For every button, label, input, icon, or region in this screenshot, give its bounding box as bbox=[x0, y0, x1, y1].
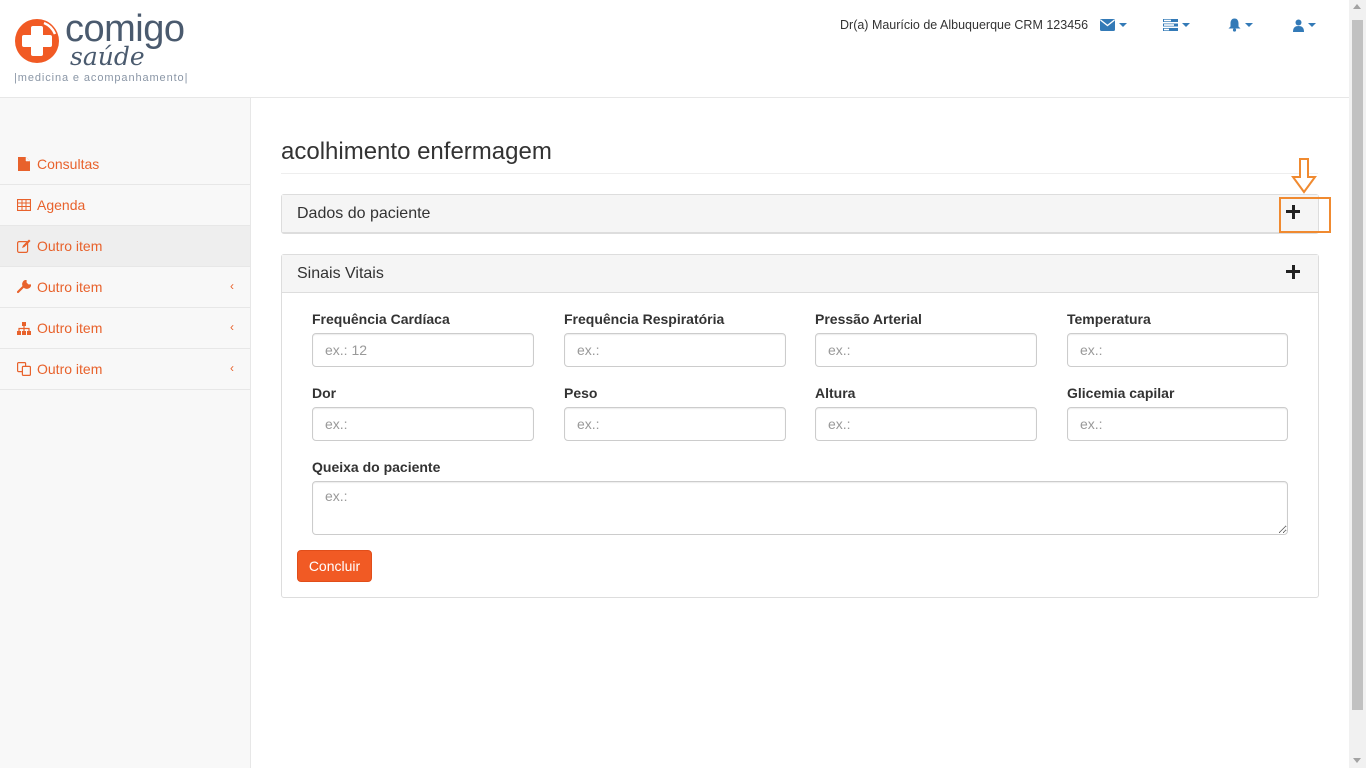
expand-plus-icon[interactable] bbox=[1286, 265, 1300, 279]
sidebar-item-label: Agenda bbox=[37, 197, 86, 213]
logo-subword: saúde bbox=[70, 42, 145, 71]
medical-cross-logo-icon bbox=[15, 19, 59, 63]
temperature-label: Temperatura bbox=[1067, 311, 1151, 327]
concluir-button[interactable]: Concluir bbox=[297, 550, 372, 582]
tasks-icon bbox=[1163, 19, 1178, 31]
heart-rate-input[interactable] bbox=[312, 333, 534, 367]
height-input[interactable] bbox=[815, 407, 1037, 441]
top-navbar: comigo saúde |medicina e acompanhamento|… bbox=[0, 0, 1349, 98]
weight-input[interactable] bbox=[564, 407, 786, 441]
sidebar-item-outro-1[interactable]: Outro item bbox=[0, 226, 250, 267]
panel-title: Sinais Vitais bbox=[297, 264, 384, 282]
scrollbar-thumb[interactable] bbox=[1352, 20, 1363, 710]
caret-down-icon bbox=[1119, 23, 1127, 27]
caret-down-icon bbox=[1245, 23, 1253, 27]
edit-icon bbox=[17, 239, 31, 253]
blood-pressure-label: Pressão Arterial bbox=[815, 311, 922, 327]
chevron-left-icon: ‹ bbox=[230, 361, 234, 375]
sidebar-item-label: Outro item bbox=[37, 361, 103, 377]
sidebar-item-consultas[interactable]: Consultas bbox=[0, 144, 250, 185]
sidebar-item-agenda[interactable]: Agenda bbox=[0, 185, 250, 226]
copy-icon bbox=[17, 362, 31, 376]
sidebar-item-label: Outro item bbox=[37, 279, 103, 295]
page-title: acolhimento enfermagem bbox=[281, 138, 552, 165]
annotation-arrow-down-icon bbox=[1291, 158, 1317, 194]
vertical-scrollbar[interactable] bbox=[1349, 0, 1366, 768]
messages-dropdown[interactable] bbox=[1100, 15, 1127, 35]
file-icon bbox=[17, 157, 31, 171]
patient-complaint-label: Queixa do paciente bbox=[312, 459, 441, 475]
temperature-input[interactable] bbox=[1067, 333, 1288, 367]
pain-input[interactable] bbox=[312, 407, 534, 441]
panel-title: Dados do paciente bbox=[297, 204, 431, 222]
user-name-label: Dr(a) Maurício de Albuquerque CRM 123456 bbox=[840, 18, 1089, 32]
patient-data-panel-heading[interactable]: Dados do paciente bbox=[282, 195, 1318, 233]
title-divider bbox=[281, 173, 1318, 174]
caret-down-icon bbox=[1308, 23, 1316, 27]
user-icon bbox=[1293, 19, 1304, 32]
weight-label: Peso bbox=[564, 385, 598, 401]
logo-tagline: |medicina e acompanhamento| bbox=[14, 72, 189, 84]
height-label: Altura bbox=[815, 385, 856, 401]
blood-pressure-input[interactable] bbox=[815, 333, 1037, 367]
respiratory-rate-label: Frequência Respiratória bbox=[564, 311, 725, 327]
bell-icon bbox=[1228, 18, 1241, 32]
sidebar-item-outro-4[interactable]: Outro item ‹ bbox=[0, 349, 250, 390]
sidebar-item-label: Outro item bbox=[37, 238, 103, 254]
pain-label: Dor bbox=[312, 385, 337, 401]
scroll-down-arrow-icon[interactable] bbox=[1353, 758, 1361, 763]
table-icon bbox=[17, 198, 31, 212]
capillary-glucose-input[interactable] bbox=[1067, 407, 1288, 441]
vital-signs-panel-heading[interactable]: Sinais Vitais bbox=[282, 255, 1318, 293]
annotation-highlight-box bbox=[1279, 197, 1331, 233]
sidebar-item-label: Consultas bbox=[37, 156, 100, 172]
sidebar-menu: Consultas Agenda Outro item Outro item ‹ bbox=[0, 144, 250, 390]
sidebar: Consultas Agenda Outro item Outro item ‹ bbox=[0, 98, 251, 768]
wrench-icon bbox=[17, 280, 31, 294]
chevron-left-icon: ‹ bbox=[230, 320, 234, 334]
capillary-glucose-label: Glicemia capilar bbox=[1067, 385, 1175, 401]
sitemap-icon bbox=[17, 321, 31, 335]
sidebar-item-outro-2[interactable]: Outro item ‹ bbox=[0, 267, 250, 308]
heart-rate-label: Frequência Cardíaca bbox=[312, 311, 450, 327]
scroll-up-arrow-icon[interactable] bbox=[1353, 4, 1361, 9]
alerts-dropdown[interactable] bbox=[1228, 15, 1253, 35]
sidebar-item-label: Outro item bbox=[37, 320, 103, 336]
respiratory-rate-input[interactable] bbox=[564, 333, 786, 367]
comigo-saude-logo[interactable]: comigo saúde |medicina e acompanhamento| bbox=[12, 8, 202, 88]
sidebar-item-outro-3[interactable]: Outro item ‹ bbox=[0, 308, 250, 349]
user-dropdown[interactable] bbox=[1293, 15, 1316, 35]
tasks-dropdown[interactable] bbox=[1163, 15, 1190, 35]
chevron-left-icon: ‹ bbox=[230, 279, 234, 293]
patient-complaint-textarea[interactable] bbox=[312, 481, 1288, 535]
envelope-icon bbox=[1100, 19, 1115, 31]
caret-down-icon bbox=[1182, 23, 1190, 27]
patient-data-panel: Dados do paciente bbox=[281, 194, 1319, 234]
